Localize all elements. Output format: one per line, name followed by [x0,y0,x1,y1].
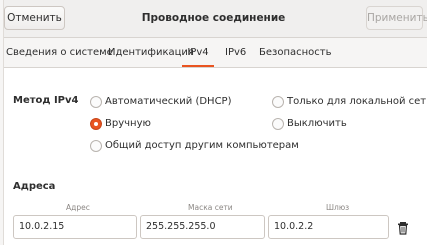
radio-button-checked[interactable] [90,118,102,130]
gateway-input[interactable]: 10.0.2.2 [268,215,389,239]
radio-button[interactable] [90,140,102,152]
addresses-label: Адреса [13,181,56,192]
ipv4-panel: Метод IPv4 Автоматический (DHCP) Только … [0,68,427,245]
column-header-netmask: Маска сети [188,203,233,212]
dialog-title: Проводное соединение [141,12,286,24]
radio-label: Только для локальной сети [287,96,427,107]
netmask-input[interactable]: 255.255.255.0 [140,215,265,239]
tab-security[interactable]: Безопасность [259,38,332,67]
radio-label: Общий доступ другим компьютерам [105,140,299,151]
header-bar: Отменить Проводное соединение Применить [0,0,427,38]
trash-icon[interactable] [395,220,411,235]
radio-button[interactable] [90,96,102,108]
cancel-button[interactable]: Отменить [4,6,65,30]
radio-button[interactable] [272,96,284,108]
radio-label: Вручную [105,118,151,129]
column-header-gateway: Шлюз [326,203,350,212]
radio-label: Автоматический (DHCP) [105,96,232,107]
radio-label: Выключить [287,118,347,129]
tab-details[interactable]: Сведения о системе [6,38,113,67]
address-input[interactable]: 10.0.2.15 [13,215,137,239]
tab-ipv4[interactable]: IPv4 [182,38,214,67]
tab-ipv6[interactable]: IPv6 [225,38,246,67]
network-settings-dialog: Отменить Проводное соединение Применить … [0,0,427,245]
tab-bar: Сведения о системе Идентификация IPv4 IP… [0,38,427,68]
ipv4-method-label: Метод IPv4 [13,95,79,106]
apply-button[interactable]: Применить [366,6,427,30]
radio-button[interactable] [272,118,284,130]
column-header-address: Адрес [66,203,90,212]
window-edge [0,0,4,245]
